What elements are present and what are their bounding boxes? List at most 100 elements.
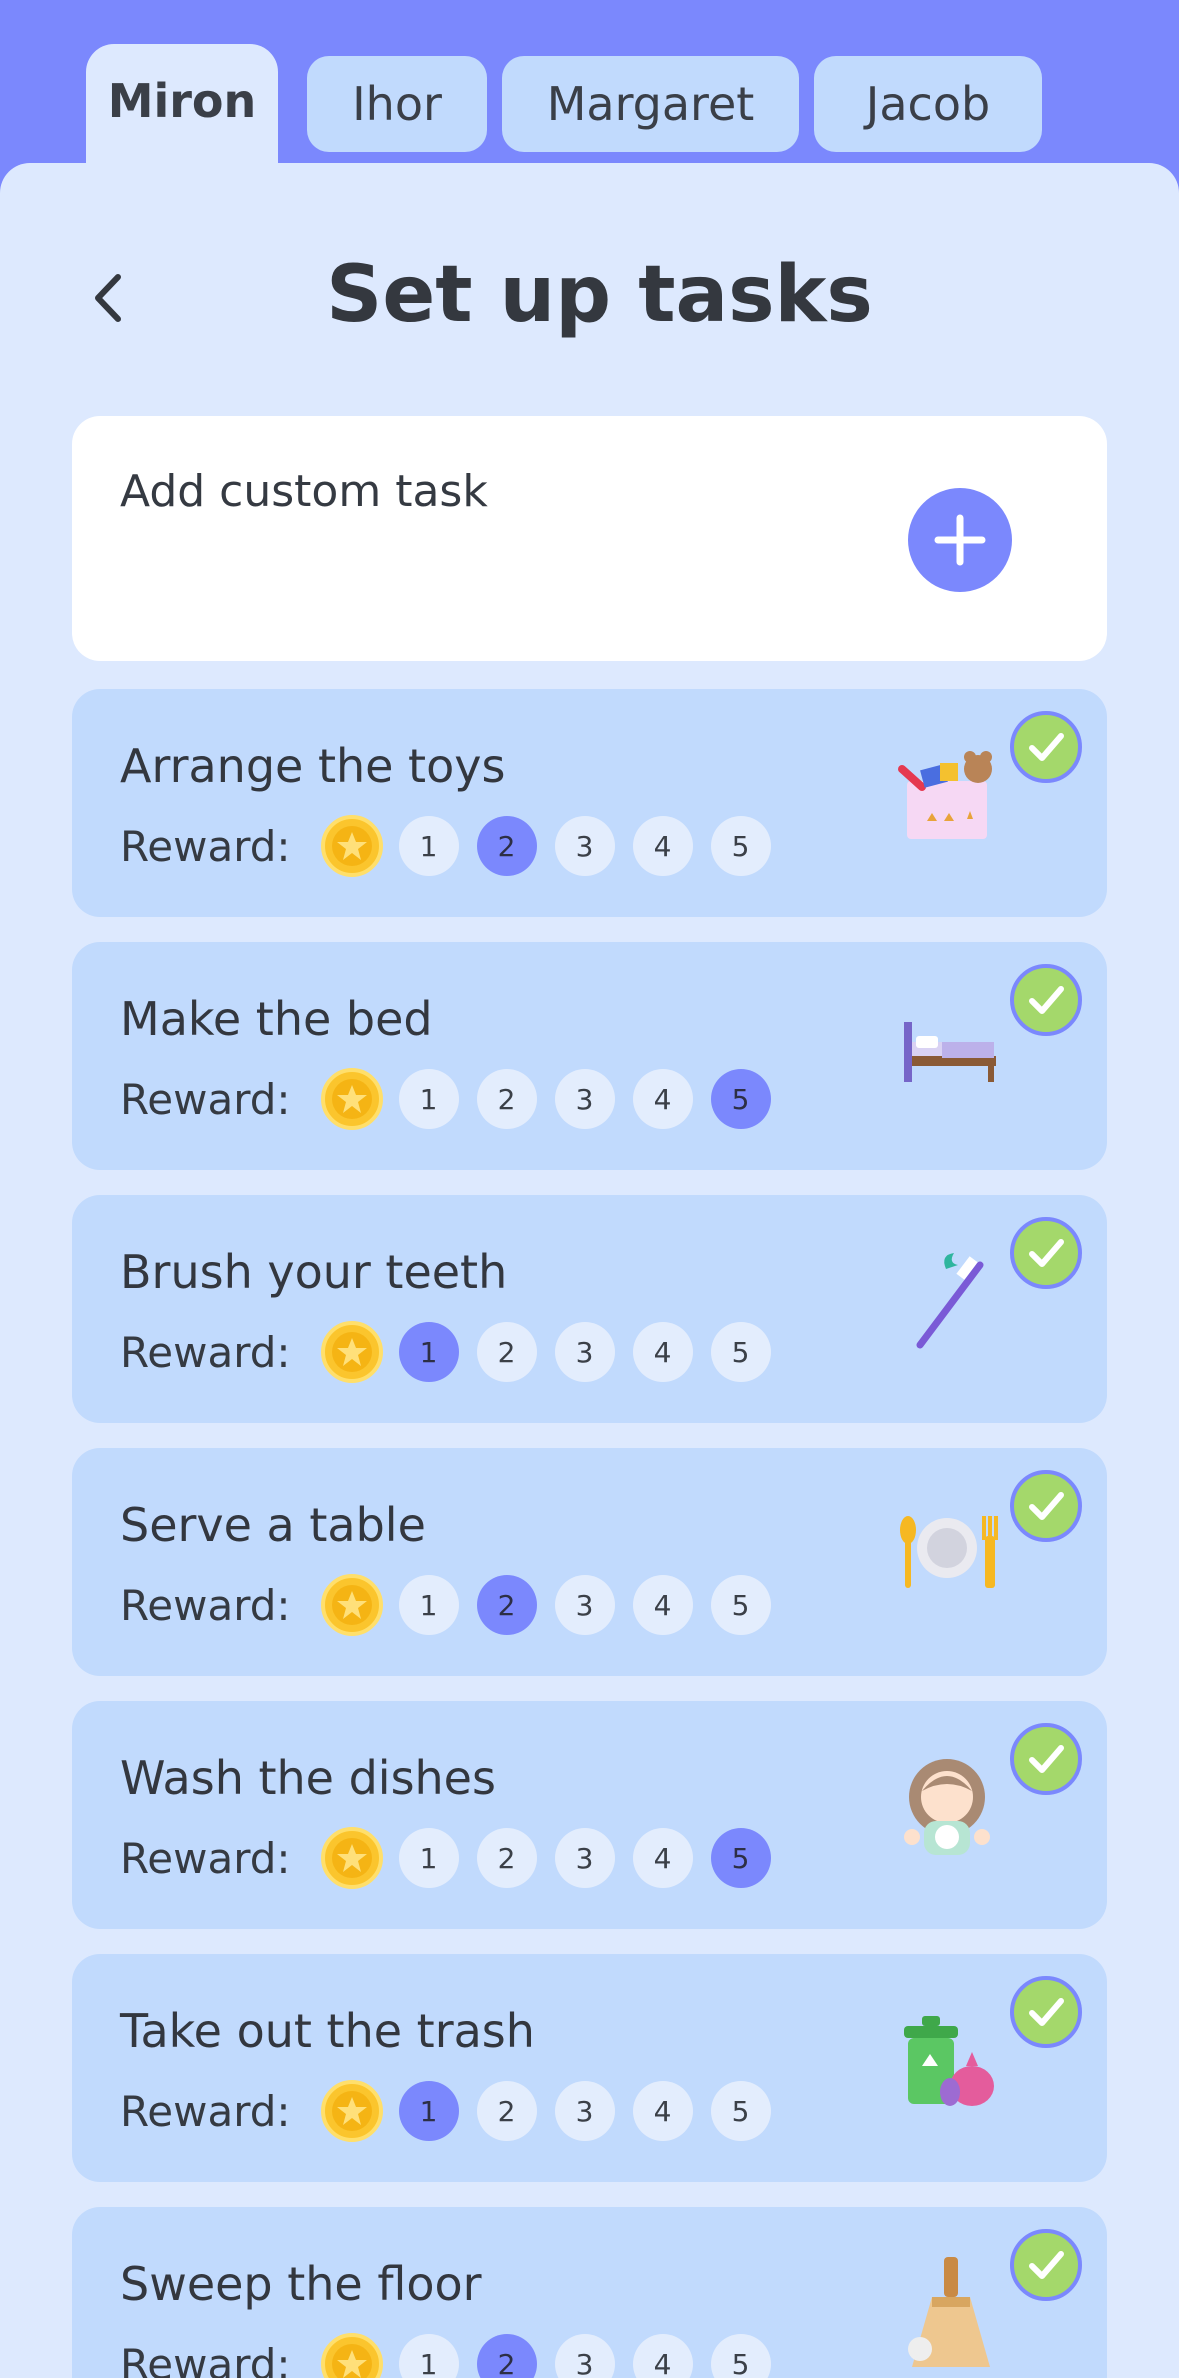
- reward-option-4[interactable]: 4: [632, 2334, 693, 2378]
- reward-label: Reward:: [120, 1327, 291, 1377]
- task-enabled-toggle[interactable]: [1010, 1976, 1082, 2048]
- reward-option-3[interactable]: 3: [554, 816, 615, 876]
- reward-option-1[interactable]: 1: [398, 1575, 459, 1635]
- reward-option-2[interactable]: 2: [476, 816, 537, 876]
- broom-icon: [892, 2257, 1002, 2367]
- reward-coin: [320, 2333, 383, 2378]
- task-card[interactable]: Make the bed Reward: 12345: [72, 942, 1107, 1170]
- task-card[interactable]: Wash the dishes Reward: 12345: [72, 1701, 1107, 1929]
- child-tabs: Miron Ihor Margaret Jacob: [0, 0, 1179, 184]
- bed-icon: [892, 992, 1002, 1102]
- checkmark-icon: [1029, 986, 1064, 1014]
- reward-selector: Reward: 12345: [120, 1068, 789, 1130]
- reward-option-4[interactable]: 4: [632, 1069, 693, 1129]
- reward-option-1[interactable]: 1: [398, 1322, 459, 1382]
- reward-label: Reward:: [120, 821, 291, 871]
- page-title: Set up tasks: [326, 250, 873, 340]
- reward-option-5[interactable]: 5: [710, 1322, 771, 1382]
- reward-option-1[interactable]: 1: [398, 2334, 459, 2378]
- task-enabled-toggle[interactable]: [1010, 964, 1082, 1036]
- tab-label: Miron: [107, 74, 257, 128]
- star-coin-icon: [331, 826, 372, 866]
- task-enabled-toggle[interactable]: [1010, 711, 1082, 783]
- star-coin-icon: [331, 2344, 372, 2378]
- add-task-button[interactable]: [908, 488, 1012, 592]
- reward-option-4[interactable]: 4: [632, 2081, 693, 2141]
- reward-selector: Reward: 12345: [120, 815, 789, 877]
- reward-option-5[interactable]: 5: [710, 1069, 771, 1129]
- reward-coin: [320, 2080, 383, 2142]
- tab-label: Jacob: [865, 77, 991, 131]
- reward-coin: [320, 1827, 383, 1889]
- toothbrush-icon: [892, 1245, 1002, 1355]
- tab-label: Margaret: [546, 77, 755, 131]
- reward-option-4[interactable]: 4: [632, 816, 693, 876]
- task-name: Wash the dishes: [120, 1751, 496, 1805]
- reward-option-3[interactable]: 3: [554, 1828, 615, 1888]
- task-enabled-toggle[interactable]: [1010, 1217, 1082, 1289]
- reward-option-4[interactable]: 4: [632, 1575, 693, 1635]
- reward-coin: [320, 1068, 383, 1130]
- task-name: Take out the trash: [120, 2004, 535, 2058]
- star-coin-icon: [331, 1585, 372, 1625]
- reward-option-2[interactable]: 2: [476, 1575, 537, 1635]
- task-card[interactable]: Arrange the toys Reward: 12345: [72, 689, 1107, 917]
- reward-option-5[interactable]: 5: [710, 1828, 771, 1888]
- add-custom-task-card[interactable]: Add custom task: [72, 416, 1107, 661]
- reward-option-2[interactable]: 2: [476, 1828, 537, 1888]
- plus-icon: [934, 514, 986, 566]
- checkmark-icon: [1029, 1492, 1064, 1520]
- plate-cutlery-icon: [892, 1498, 1002, 1608]
- checkmark-icon: [1029, 1998, 1064, 2026]
- reward-option-5[interactable]: 5: [710, 2081, 771, 2141]
- reward-option-3[interactable]: 3: [554, 2081, 615, 2141]
- task-name: Serve a table: [120, 1498, 426, 1552]
- reward-coin: [320, 815, 383, 877]
- task-name: Arrange the toys: [120, 739, 506, 793]
- reward-option-5[interactable]: 5: [710, 2334, 771, 2378]
- reward-option-1[interactable]: 1: [398, 1069, 459, 1129]
- reward-option-3[interactable]: 3: [554, 1322, 615, 1382]
- task-enabled-toggle[interactable]: [1010, 2229, 1082, 2301]
- reward-option-3[interactable]: 3: [554, 1069, 615, 1129]
- reward-option-2[interactable]: 2: [476, 2334, 537, 2378]
- task-enabled-toggle[interactable]: [1010, 1723, 1082, 1795]
- reward-option-5[interactable]: 5: [710, 1575, 771, 1635]
- reward-option-5[interactable]: 5: [710, 816, 771, 876]
- reward-coin: [320, 1574, 383, 1636]
- reward-option-3[interactable]: 3: [554, 1575, 615, 1635]
- task-card[interactable]: Sweep the floor Reward: 12345: [72, 2207, 1107, 2378]
- reward-coin: [320, 1321, 383, 1383]
- reward-label: Reward:: [120, 2086, 291, 2136]
- reward-selector: Reward: 12345: [120, 1827, 789, 1889]
- reward-option-4[interactable]: 4: [632, 1828, 693, 1888]
- tab-ihor[interactable]: Ihor: [307, 56, 487, 152]
- star-coin-icon: [331, 1332, 372, 1372]
- trash-bin-icon: [892, 2004, 1002, 2114]
- task-name: Brush your teeth: [120, 1245, 508, 1299]
- task-enabled-toggle[interactable]: [1010, 1470, 1082, 1542]
- checkmark-icon: [1029, 1745, 1064, 1773]
- tab-jacob[interactable]: Jacob: [814, 56, 1042, 152]
- reward-option-4[interactable]: 4: [632, 1322, 693, 1382]
- reward-label: Reward:: [120, 1833, 291, 1883]
- checkmark-icon: [1029, 733, 1064, 761]
- reward-option-1[interactable]: 1: [398, 2081, 459, 2141]
- task-card[interactable]: Serve a table Reward: 12345: [72, 1448, 1107, 1676]
- reward-option-2[interactable]: 2: [476, 1322, 537, 1382]
- add-custom-task-label: Add custom task: [120, 466, 488, 517]
- tab-margaret[interactable]: Margaret: [502, 56, 799, 152]
- reward-option-1[interactable]: 1: [398, 816, 459, 876]
- reward-option-3[interactable]: 3: [554, 2334, 615, 2378]
- toy-box-icon: [892, 739, 1002, 849]
- reward-option-1[interactable]: 1: [398, 1828, 459, 1888]
- task-name: Sweep the floor: [120, 2257, 482, 2311]
- reward-option-2[interactable]: 2: [476, 2081, 537, 2141]
- star-coin-icon: [331, 1079, 372, 1119]
- task-name: Make the bed: [120, 992, 433, 1046]
- task-card[interactable]: Take out the trash Reward: 12345: [72, 1954, 1107, 2182]
- task-card[interactable]: Brush your teeth Reward: 12345: [72, 1195, 1107, 1423]
- checkmark-icon: [1029, 1239, 1064, 1267]
- reward-option-2[interactable]: 2: [476, 1069, 537, 1129]
- reward-label: Reward:: [120, 2339, 291, 2378]
